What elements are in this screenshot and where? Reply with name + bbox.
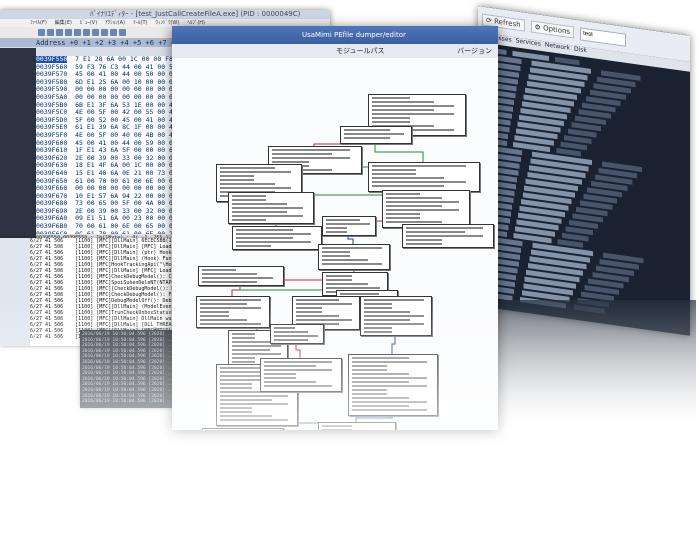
graph-node[interactable] xyxy=(232,226,322,250)
menu-item[interactable]: 編集(E) xyxy=(55,19,72,27)
process-hacker-window: ⟳ Refresh ⚙ Options Processes Services N… xyxy=(478,6,690,336)
graph-node[interactable] xyxy=(340,126,412,144)
side-pane xyxy=(0,48,36,242)
toolbar-icon[interactable] xyxy=(38,29,45,36)
graph-node[interactable] xyxy=(402,224,494,248)
process-search-input[interactable] xyxy=(580,26,627,47)
module-path-label: モジュールパス xyxy=(336,47,385,55)
graph-node[interactable] xyxy=(228,192,314,224)
graph-node[interactable] xyxy=(382,190,470,228)
tab-disk[interactable]: Disk xyxy=(574,45,587,57)
module-bar: モジュールパス バージョン xyxy=(172,44,498,59)
graph-edge xyxy=(374,142,424,162)
options-button[interactable]: ⚙ Options xyxy=(530,20,575,39)
menu-item[interactable]: ｱｸｼｮﾝ(A) xyxy=(105,19,125,27)
toolbar-icon[interactable] xyxy=(83,29,90,36)
graph-node[interactable] xyxy=(198,266,284,286)
floor-reflection xyxy=(0,300,698,540)
toolbar-icon[interactable] xyxy=(101,29,108,36)
graph-node[interactable] xyxy=(368,162,480,192)
menu-item[interactable]: ﾂｰﾙ(T) xyxy=(133,19,147,27)
toolbar-icon[interactable] xyxy=(56,29,63,36)
refresh-icon: ⟳ xyxy=(486,16,492,25)
toolbar-icon[interactable] xyxy=(47,29,54,36)
menu-item[interactable]: ﾌｧｲﾙ(F) xyxy=(30,19,47,27)
toolbar-icon[interactable] xyxy=(119,29,126,36)
version-label: バージョン xyxy=(457,47,492,55)
toolbar-icon[interactable] xyxy=(65,29,72,36)
disassembly-view xyxy=(478,42,690,330)
toolbar-icon[interactable] xyxy=(110,29,117,36)
toolbar-icon[interactable] xyxy=(74,29,81,36)
graph-window-title: UsaMimi PEfile dumper/editor xyxy=(172,26,498,44)
graph-node[interactable] xyxy=(322,216,376,236)
window-title: ﾊﾞｲﾅﾘｴﾃﾞｨﾀｰ - [test_JustCallCreateFileA.… xyxy=(0,10,330,19)
gear-icon: ⚙ xyxy=(534,22,541,32)
toolbar-icon[interactable] xyxy=(92,29,99,36)
menu-item[interactable]: ﾋﾞｭｰ(V) xyxy=(80,19,97,27)
graph-node[interactable] xyxy=(318,244,390,270)
